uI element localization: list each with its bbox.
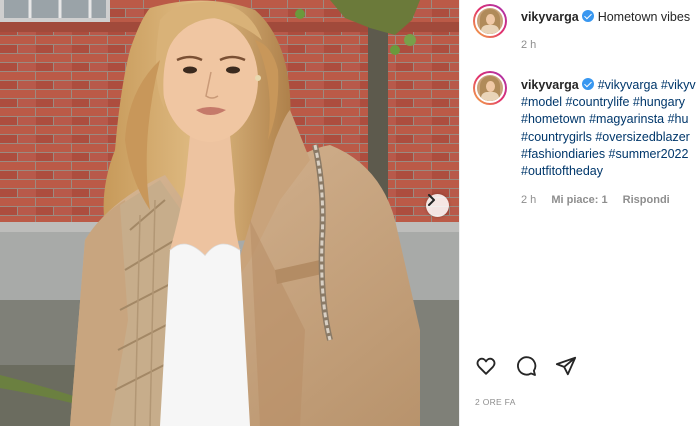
comment-meta: 2 h Mi piace: 1 Rispondi <box>521 194 682 206</box>
post-header: vikyvarga Hometown vibes <box>521 10 690 24</box>
post-side-panel: vikyvarga Hometown vibes 2 h vikyvarga #vi… <box>459 0 700 426</box>
comment-first-line: vikyvarga #vikyvarga #vikyv <box>521 77 700 94</box>
post-actions <box>475 355 577 377</box>
hashtag-line[interactable]: #countrygirls #oversizedblazer <box>521 129 700 146</box>
comment-username[interactable]: vikyvarga <box>521 78 579 92</box>
author-avatar[interactable] <box>473 4 507 38</box>
comment-button[interactable] <box>515 355 537 377</box>
verified-badge-icon <box>581 10 594 22</box>
hashtag-line[interactable]: #outfitoftheday <box>521 163 700 180</box>
like-button[interactable] <box>475 355 497 377</box>
hashtag-line[interactable]: #vikyvarga #vikyv <box>598 78 696 92</box>
share-button[interactable] <box>555 355 577 377</box>
next-photo-button[interactable] <box>426 194 449 217</box>
author-username[interactable]: vikyvarga <box>521 10 579 24</box>
post-header-caption: Hometown vibes <box>597 10 691 24</box>
panel-divider <box>459 0 460 426</box>
hashtag-line[interactable]: #hometown #magyarinsta #hu <box>521 111 700 128</box>
verified-badge-icon <box>581 78 594 90</box>
post-photo[interactable] <box>0 0 459 426</box>
comment-likes[interactable]: Mi piace: 1 <box>551 194 607 206</box>
comment-caption: vikyvarga #vikyvarga #vikyv #model #count… <box>521 77 700 180</box>
send-icon <box>555 356 577 376</box>
photo-illustration <box>0 0 459 426</box>
post-header-time[interactable]: 2 h <box>521 39 536 51</box>
hashtag-line[interactable]: #fashiondiaries #summer2022 <box>521 146 700 163</box>
comment-icon <box>517 356 537 376</box>
hashtag-line[interactable]: #model #countrylife #hungary <box>521 94 700 111</box>
post-timestamp[interactable]: 2 ORE FA <box>475 397 516 407</box>
comment-author-avatar[interactable] <box>473 71 507 105</box>
comment-time[interactable]: 2 h <box>521 194 536 206</box>
chevron-right-icon <box>428 194 435 206</box>
heart-icon <box>476 357 496 375</box>
reply-button[interactable]: Rispondi <box>623 194 670 206</box>
